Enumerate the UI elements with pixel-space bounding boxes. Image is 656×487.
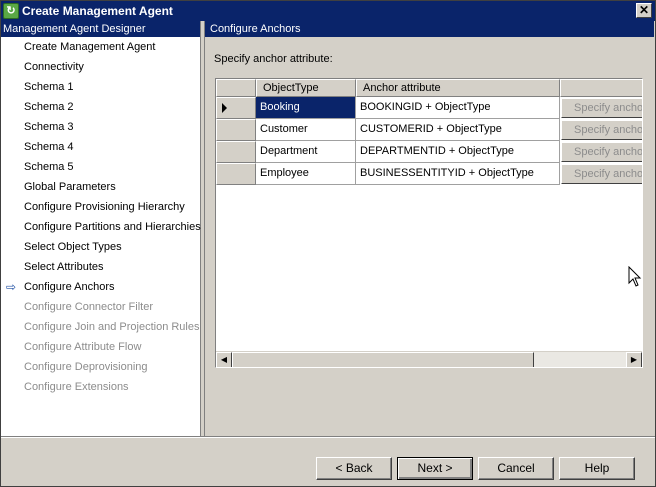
step-schema-2[interactable]: Schema 2 — [24, 98, 74, 116]
step-schema-3[interactable]: Schema 3 — [24, 118, 74, 136]
column-header-objecttype[interactable]: ObjectType — [256, 79, 356, 97]
cell-objecttype[interactable]: Customer — [256, 119, 356, 141]
row-header[interactable] — [216, 141, 256, 163]
step-configure-attribute-flow: Configure Attribute Flow — [24, 341, 142, 353]
cell-anchor-attribute[interactable]: BUSINESSENTITYID + ObjectType — [356, 163, 560, 185]
close-button[interactable]: ✕ — [636, 3, 652, 18]
help-button[interactable]: Help — [559, 457, 635, 480]
anchor-grid[interactable]: ObjectType Anchor attribute Booking BOOK… — [215, 78, 643, 368]
step-schema-5[interactable]: Schema 5 — [24, 158, 74, 176]
column-header-anchor-attribute[interactable]: Anchor attribute — [356, 79, 560, 97]
cancel-button[interactable]: Cancel — [478, 457, 554, 480]
designer-nav-pane: Management Agent Designer Create Managem… — [1, 21, 201, 437]
window-title: Create Management Agent — [22, 4, 173, 18]
scroll-left-icon[interactable]: ◀ — [216, 352, 232, 367]
step-global-parameters[interactable]: Global Parameters — [24, 178, 116, 196]
step-select-object-types[interactable]: Select Object Types — [24, 238, 122, 256]
scrollbar-thumb[interactable] — [232, 352, 534, 367]
back-button[interactable]: < Back — [316, 457, 392, 480]
row-header[interactable] — [216, 97, 256, 119]
step-schema-4[interactable]: Schema 4 — [24, 138, 74, 156]
step-schema-1[interactable]: Schema 1 — [24, 78, 74, 96]
step-connectivity[interactable]: Connectivity — [24, 58, 84, 76]
step-configure-connector-filter: Configure Connector Filter — [24, 301, 154, 313]
arrow-right-icon: ⇨ — [6, 280, 17, 294]
specify-anchor-button[interactable]: Specify anchor — [561, 164, 642, 184]
step-select-attributes[interactable]: Select Attributes — [24, 258, 104, 276]
cell-anchor-attribute[interactable]: DEPARTMENTID + ObjectType — [356, 141, 560, 163]
current-row-marker-icon — [222, 103, 227, 113]
configure-anchors-pane: Configure Anchors Specify anchor attribu… — [204, 21, 654, 437]
wizard-button-bar: < Back Next > Cancel Help — [1, 436, 655, 486]
row-header[interactable] — [216, 119, 256, 141]
step-configure-join-projection: Configure Join and Projection Rules — [24, 321, 200, 333]
column-header-action — [560, 79, 642, 97]
step-configure-provisioning-hierarchy[interactable]: Configure Provisioning Hierarchy — [24, 198, 185, 216]
wizard-app-icon: ↻ — [3, 3, 19, 19]
row-header-corner — [216, 79, 256, 97]
step-configure-anchors[interactable]: Configure Anchors — [24, 278, 115, 296]
title-bar: ↻ Create Management Agent ✕ — [1, 1, 655, 21]
scroll-right-icon[interactable]: ▶ — [626, 352, 642, 367]
anchor-prompt-label: Specify anchor attribute: — [214, 53, 333, 65]
step-create-management-agent[interactable]: Create Management Agent — [24, 38, 155, 56]
step-configure-extensions: Configure Extensions — [24, 381, 129, 393]
page-title: Configure Anchors — [205, 21, 654, 37]
specify-anchor-button[interactable]: Specify anchor — [561, 120, 642, 140]
specify-anchor-button[interactable]: Specify anchor — [561, 142, 642, 162]
designer-nav-header: Management Agent Designer — [1, 21, 200, 37]
step-configure-deprovisioning: Configure Deprovisioning — [24, 361, 148, 373]
cell-objecttype[interactable]: Department — [256, 141, 356, 163]
cell-objecttype[interactable]: Employee — [256, 163, 356, 185]
specify-anchor-button[interactable]: Specify anchor — [561, 98, 642, 118]
cell-objecttype[interactable]: Booking — [256, 97, 356, 119]
grid-header-row: ObjectType Anchor attribute — [216, 79, 642, 97]
mouse-pointer-icon — [628, 266, 642, 287]
next-button[interactable]: Next > — [397, 457, 473, 480]
cell-anchor-attribute[interactable]: BOOKINGID + ObjectType — [356, 97, 560, 119]
create-ma-window: ↻ Create Management Agent ✕ Management A… — [0, 0, 656, 487]
row-header[interactable] — [216, 163, 256, 185]
step-configure-partitions[interactable]: Configure Partitions and Hierarchies — [24, 218, 201, 236]
horizontal-scrollbar[interactable]: ◀ ▶ — [216, 351, 642, 367]
cell-anchor-attribute[interactable]: CUSTOMERID + ObjectType — [356, 119, 560, 141]
